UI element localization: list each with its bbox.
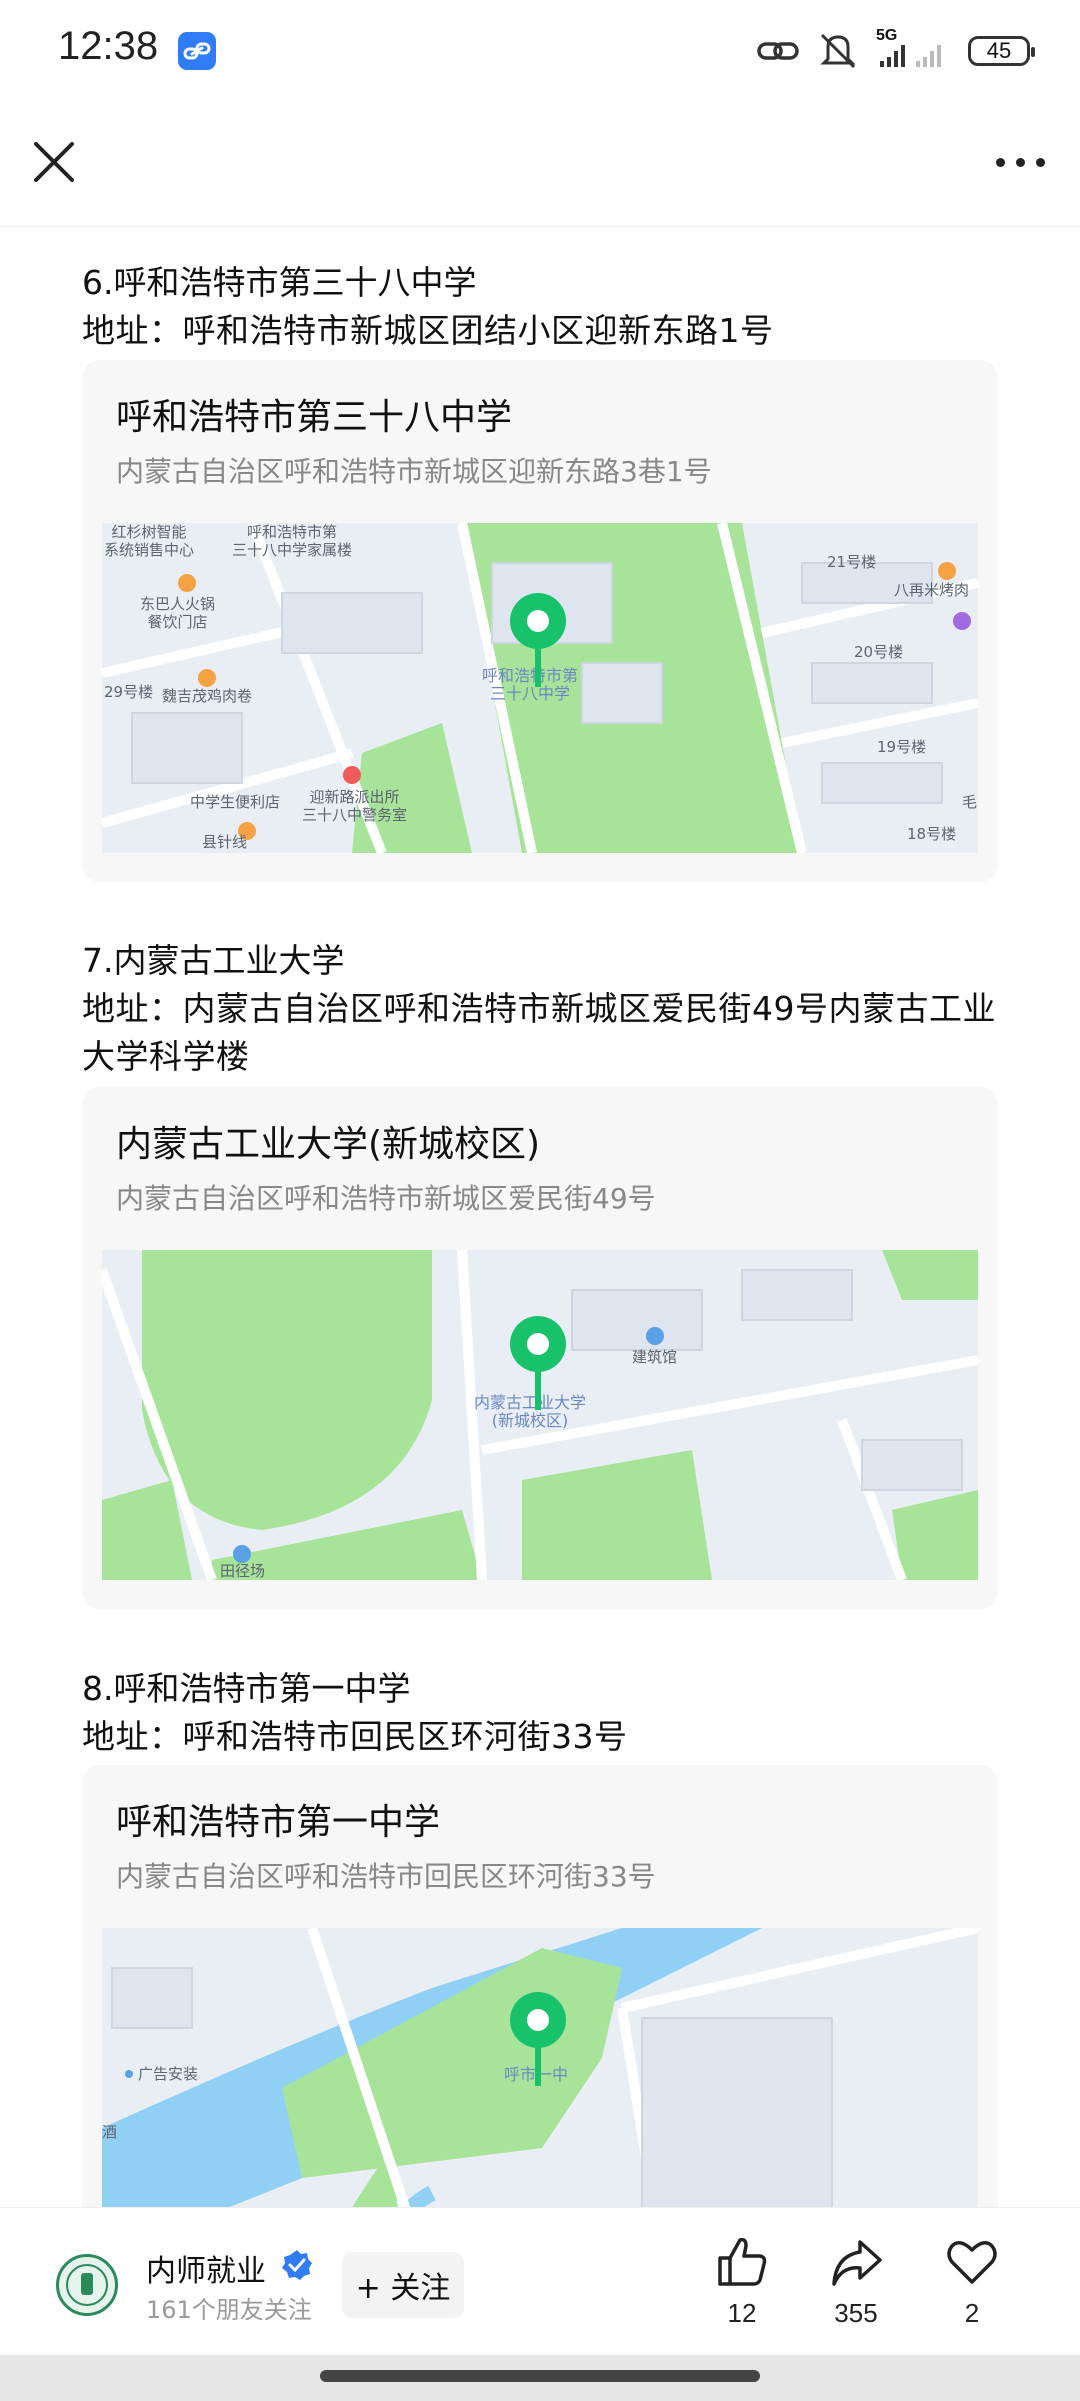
- more-icon-dot: [1015, 157, 1025, 167]
- author-avatar[interactable]: [56, 2254, 118, 2316]
- follower-count: 161个朋友关注: [146, 2296, 312, 2324]
- top-nav: [0, 100, 1080, 227]
- location-card[interactable]: 呼和浩特市第一中学 内蒙古自治区呼和浩特市回民区环河街33号 广告安装 酒: [82, 1765, 998, 2207]
- status-time: 12:38: [58, 24, 159, 68]
- map-label: 魏吉茂鸡肉卷: [162, 687, 253, 705]
- location-name: 呼和浩特市第三十八中学: [116, 397, 513, 438]
- more-icon: [995, 157, 1005, 167]
- location-map[interactable]: 建筑馆 田径场 内蒙古工业大学 (新城校区): [102, 1250, 978, 1580]
- mute-icon: [820, 33, 856, 69]
- location-card[interactable]: 呼和浩特市第三十八中学 内蒙古自治区呼和浩特市新城区迎新东路3巷1号 红杉树智能…: [82, 360, 998, 882]
- share-button[interactable]: 355: [806, 2234, 906, 2329]
- share-count: 355: [834, 2298, 878, 2328]
- map-label: 18号楼: [907, 825, 957, 843]
- like-button[interactable]: 12: [692, 2234, 792, 2329]
- location-map[interactable]: 红杉树智能 系统销售中心 呼和浩特市第 三十八中学家属楼 东巴人火锅 餐饮门店 …: [102, 523, 978, 853]
- map-label: 中学生便利店: [190, 793, 281, 811]
- section-address: 地址：呼和浩特市新城区团结小区迎新东路1号: [82, 311, 774, 350]
- like-count: 12: [727, 2298, 757, 2328]
- close-button[interactable]: [28, 136, 80, 188]
- map-label: 21号楼: [827, 553, 877, 571]
- share-icon: [832, 2240, 882, 2286]
- battery-indicator: 45: [968, 36, 1035, 66]
- map-label: 呼和浩特市第 三十八中学家属楼: [232, 523, 353, 559]
- section-title: 8.呼和浩特市第一中学: [82, 1669, 411, 1708]
- home-indicator[interactable]: [320, 2370, 760, 2382]
- map-pin-icon: [508, 1314, 568, 1410]
- more-icon-dot: [1035, 157, 1045, 167]
- section-address: 地址：呼和浩特市回民区环河街33号: [82, 1717, 628, 1756]
- section-title: 6.呼和浩特市第三十八中学: [82, 263, 477, 302]
- heart-icon: [947, 2241, 997, 2284]
- map-label: 县针线: [202, 833, 248, 851]
- map-label: 田径场: [220, 1562, 266, 1580]
- article-content[interactable]: 6.呼和浩特市第三十八中学 地址：呼和浩特市新城区团结小区迎新东路1号 呼和浩特…: [0, 227, 1080, 2207]
- map-label: 迎新路派出所 三十八中警务室: [302, 788, 408, 824]
- bottom-action-bar: 内师就业 161个朋友关注 + 关注 12 355 2: [0, 2207, 1080, 2356]
- map-label: 东巴人火锅 餐饮门店: [140, 595, 216, 631]
- map-label: 广告安装: [138, 2065, 199, 2083]
- link-icon: [757, 42, 799, 60]
- more-button[interactable]: [990, 150, 1050, 174]
- map-label: 酒: [102, 2123, 118, 2141]
- follow-button[interactable]: + 关注: [342, 2252, 464, 2318]
- location-map[interactable]: 广告安装 酒 呼市一中: [102, 1928, 978, 2207]
- location-address: 内蒙古自治区呼和浩特市新城区爱民街49号: [116, 1182, 656, 1215]
- section-address: 地址：内蒙古自治区呼和浩特市新城区爱民街49号内蒙古工业大学科学楼: [82, 989, 996, 1076]
- map-label: 八再米烤肉: [894, 581, 970, 599]
- map-label: 19号楼: [877, 738, 927, 756]
- location-name: 呼和浩特市第一中学: [116, 1802, 441, 1843]
- map-label: 20号楼: [854, 643, 904, 661]
- favorite-count: 2: [964, 2298, 980, 2328]
- location-address: 内蒙古自治区呼和浩特市回民区环河街33号: [116, 1860, 656, 1893]
- map-label: 29号楼: [104, 683, 154, 701]
- section-title: 7.内蒙古工业大学: [82, 941, 345, 980]
- thumbs-up-icon: [718, 2237, 767, 2286]
- status-bar: 12:38 5G 45: [0, 0, 1080, 100]
- location-name: 内蒙古工业大学(新城校区): [116, 1124, 541, 1165]
- location-address: 内蒙古自治区呼和浩特市新城区迎新东路3巷1号: [116, 455, 712, 488]
- location-card[interactable]: 内蒙古工业大学(新城校区) 内蒙古自治区呼和浩特市新城区爱民街49号 建筑馆 田…: [82, 1087, 998, 1609]
- map-pin-icon: [508, 591, 568, 687]
- signal-strength: 5G: [876, 27, 952, 71]
- favorite-button[interactable]: 2: [922, 2234, 1022, 2329]
- link-app-icon: [178, 32, 216, 70]
- map-label: 毛: [962, 793, 978, 811]
- map-label: 建筑馆: [632, 1348, 678, 1366]
- map-label: 红杉树智能 系统销售中心: [104, 523, 195, 559]
- close-icon: [34, 142, 74, 182]
- status-indicators: 5G 45: [756, 26, 1035, 76]
- verified-check-icon: [280, 2248, 314, 2282]
- author-name[interactable]: 内师就业: [146, 2246, 266, 2290]
- map-pin-icon: [508, 1990, 568, 2086]
